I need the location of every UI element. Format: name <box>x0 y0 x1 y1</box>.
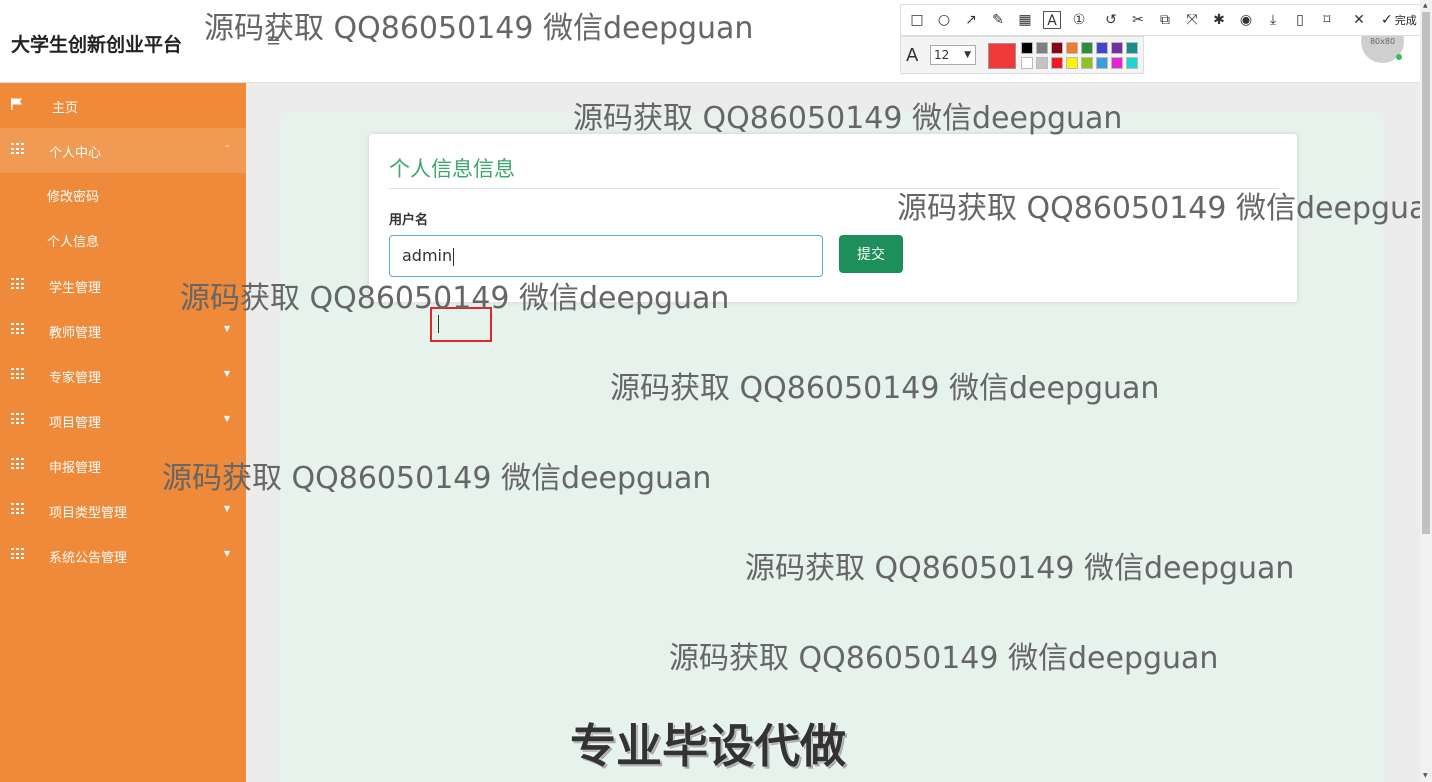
watermark-text: 源码获取 QQ86050149 微信deepguan <box>573 101 1123 136</box>
rectangle-tool-icon[interactable]: □ <box>908 11 926 29</box>
scissors-icon[interactable]: ✂ <box>1129 11 1147 29</box>
check-icon: ✓ <box>1381 12 1393 28</box>
color-swatch[interactable] <box>1066 57 1078 69</box>
flag-icon <box>11 98 22 110</box>
color-swatch[interactable] <box>1021 57 1033 69</box>
done-button[interactable]: ✓ 完成 <box>1381 12 1417 28</box>
watermark-text: 源码获取 QQ86050149 微信deepguan <box>745 551 1295 586</box>
text-cursor <box>438 315 439 333</box>
sidebar-item-label: 系统公告管理 <box>49 551 128 566</box>
chevron-down-icon: ▼ <box>224 324 231 333</box>
online-status-dot <box>1396 54 1402 60</box>
ellipse-tool-icon[interactable]: ○ <box>935 11 953 29</box>
sidebar-item-project-management[interactable]: 项目管理 ▼ <box>0 398 246 443</box>
font-size-select[interactable]: 12 ▼ <box>930 45 976 65</box>
color-swatch[interactable] <box>1096 57 1108 69</box>
watermark-text: 源码获取 QQ86050149 微信deepguan <box>180 281 730 316</box>
sidebar-subitem-label: 修改密码 <box>47 190 100 205</box>
font-size-value: 12 <box>934 48 950 62</box>
sidebar-item-expert-management[interactable]: 专家管理 ▼ <box>0 353 246 398</box>
sidebar-item-label: 专家管理 <box>49 371 102 386</box>
sidebar-item-announcement-management[interactable]: 系统公告管理 ▼ <box>0 533 246 578</box>
text-style-panel: A 12 ▼ <box>900 36 1144 74</box>
app-brand: 大学生创新创业平台 <box>11 34 183 56</box>
done-label: 完成 <box>1394 14 1417 27</box>
chevron-down-icon: ▼ <box>224 549 231 558</box>
watermark-text: 源码获取 QQ86050149 微信deepguan <box>162 461 712 496</box>
color-swatch[interactable] <box>1051 57 1063 69</box>
arrow-tool-icon[interactable]: ↗ <box>962 11 980 29</box>
color-swatch[interactable] <box>1096 42 1108 54</box>
color-swatch[interactable] <box>1111 57 1123 69</box>
grid-icon <box>11 368 24 380</box>
color-swatch[interactable] <box>1036 42 1048 54</box>
grid-icon <box>11 143 24 155</box>
undo-icon[interactable]: ↺ <box>1102 11 1120 29</box>
pen-tool-icon[interactable]: ✎ <box>989 11 1007 29</box>
phone-icon[interactable]: ▯ <box>1291 11 1309 29</box>
mosaic-tool-icon[interactable]: ▦ <box>1016 11 1034 29</box>
color-swatch[interactable] <box>1111 42 1123 54</box>
watermark-text: 源码获取 QQ86050149 微信deepguan <box>610 371 1160 406</box>
watermark-text: 源码获取 QQ86050149 微信deepguan <box>204 11 754 46</box>
number-tool-icon[interactable]: ① <box>1070 11 1088 29</box>
color-swatch[interactable] <box>1126 57 1138 69</box>
scroll-up-icon[interactable]: ▲ <box>1423 2 1428 9</box>
font-icon: A <box>906 45 919 66</box>
grid-icon <box>11 323 24 335</box>
grid-icon <box>11 413 24 425</box>
scrollbar[interactable]: ▲ ▼ <box>1420 0 1432 782</box>
grid-icon <box>11 503 24 515</box>
color-swatch[interactable] <box>1081 57 1093 69</box>
text-cursor <box>453 247 455 266</box>
sidebar-item-label: 申报管理 <box>49 461 102 476</box>
sidebar-subitem-personal-info[interactable]: 个人信息 <box>0 218 246 263</box>
color-swatch[interactable] <box>1051 42 1063 54</box>
sidebar-item-label: 教师管理 <box>49 326 102 341</box>
screenshot-toolbar: □ ○ ↗ ✎ ▦ A ① ↺ ✂ ⧉ ⤧ ✱ ◉ ⤓ ▯ ⌑ ✕ ✓ 完成 <box>900 4 1432 36</box>
chevron-down-icon: ▼ <box>964 50 971 60</box>
pin-icon[interactable]: ✱ <box>1210 11 1228 29</box>
sidebar-item-home[interactable]: 主页 <box>0 83 246 128</box>
record-icon[interactable]: ◉ <box>1237 11 1255 29</box>
username-label: 用户名 <box>389 213 429 228</box>
chevron-up-icon: ⌃ <box>224 144 231 153</box>
sidebar-item-label: 学生管理 <box>49 281 102 296</box>
scroll-thumb[interactable] <box>1422 12 1430 534</box>
sidebar-subitem-label: 个人信息 <box>47 235 100 250</box>
chevron-down-icon: ▼ <box>224 504 231 513</box>
watermark-text: 源码获取 QQ86050149 微信deepguan <box>897 191 1432 226</box>
color-swatch[interactable] <box>1036 57 1048 69</box>
sidebar-item-personal-center[interactable]: 个人中心 ⌃ <box>0 128 246 173</box>
scroll-down-icon[interactable]: ▼ <box>1423 772 1428 779</box>
download-icon[interactable]: ⤓ <box>1264 11 1282 29</box>
username-value: admin <box>402 246 453 265</box>
text-tool-icon[interactable]: A <box>1043 11 1061 29</box>
sidebar-item-label: 项目类型管理 <box>49 506 128 521</box>
chevron-down-icon: ▼ <box>224 369 231 378</box>
submit-button[interactable]: 提交 <box>839 235 903 273</box>
current-color-swatch[interactable] <box>988 43 1016 69</box>
page-title: 个人信息信息 <box>389 157 515 181</box>
sidebar-item-label: 个人中心 <box>49 146 102 161</box>
watermark-text: 源码获取 QQ86050149 微信deepguan <box>669 641 1219 676</box>
color-swatch[interactable] <box>1021 42 1033 54</box>
sidebar: 主页 个人中心 ⌃ 修改密码 个人信息 学生管理 教师管理 ▼ 专家管理 ▼ 项… <box>0 83 246 782</box>
watermark-banner: 专业毕设代做 <box>570 719 846 773</box>
translate-icon[interactable]: ⧉ <box>1156 11 1174 29</box>
color-swatch[interactable] <box>1081 42 1093 54</box>
chevron-down-icon: ▼ <box>224 414 231 423</box>
grid-icon <box>11 278 24 290</box>
sidebar-item-label: 主页 <box>52 101 79 116</box>
sidebar-item-label: 项目管理 <box>49 416 102 431</box>
expand-icon[interactable]: ⤧ <box>1183 11 1201 29</box>
grid-icon <box>11 548 24 560</box>
username-input[interactable]: admin <box>389 235 823 277</box>
color-swatch[interactable] <box>1066 42 1078 54</box>
bookmark-icon[interactable]: ⌑ <box>1318 11 1336 29</box>
sidebar-subitem-change-password[interactable]: 修改密码 <box>0 173 246 218</box>
close-icon[interactable]: ✕ <box>1350 11 1368 29</box>
color-swatch[interactable] <box>1126 42 1138 54</box>
grid-icon <box>11 458 24 470</box>
